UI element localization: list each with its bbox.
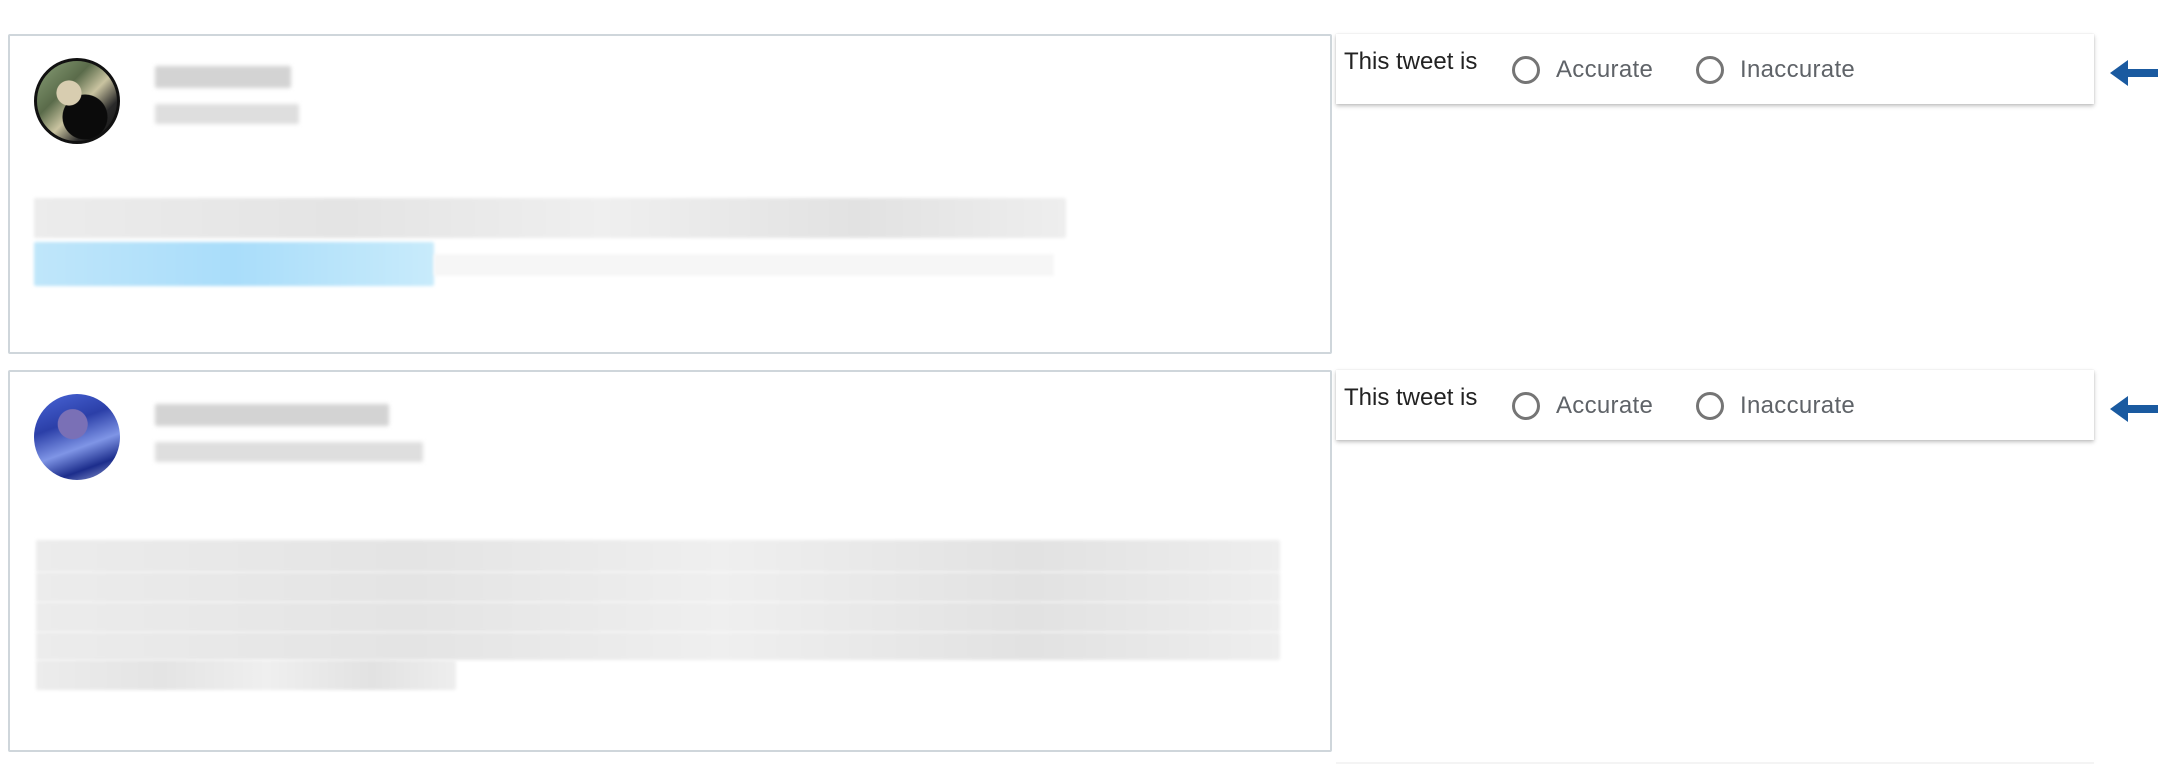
handle-redacted xyxy=(155,442,423,462)
display-name-redacted xyxy=(155,404,389,426)
option-label: Inaccurate xyxy=(1740,392,1856,419)
tweet-text-redacted xyxy=(36,540,1280,572)
rating-panel: This tweet is Accurate Inaccurate xyxy=(1336,370,2094,440)
display-name-redacted xyxy=(155,66,291,88)
tweet-card xyxy=(8,34,1332,354)
inaccurate-option[interactable]: Inaccurate xyxy=(1696,392,1855,420)
tweet-link-redacted xyxy=(34,242,434,286)
avatar xyxy=(34,58,120,144)
tweet-text-redacted xyxy=(36,660,456,690)
option-label: Inaccurate xyxy=(1740,56,1856,83)
option-label: Accurate xyxy=(1556,392,1654,419)
tweet-text-redacted xyxy=(36,572,1280,602)
inaccurate-option[interactable]: Inaccurate xyxy=(1696,56,1855,84)
tweet-text-redacted xyxy=(434,254,1054,276)
radio-button[interactable] xyxy=(1512,56,1540,84)
rating-panel: This tweet is Accurate Inaccurate xyxy=(1336,34,2094,104)
left-arrow-icon xyxy=(2110,60,2158,86)
radio-button[interactable] xyxy=(1696,392,1724,420)
tweet-text-redacted xyxy=(36,602,1280,632)
accurate-option[interactable]: Accurate xyxy=(1512,392,1653,420)
accurate-option[interactable]: Accurate xyxy=(1512,56,1653,84)
tweet-text-redacted xyxy=(34,198,1066,238)
divider xyxy=(1336,762,2094,764)
rating-prompt: This tweet is xyxy=(1344,48,1478,75)
option-label: Accurate xyxy=(1556,56,1654,83)
radio-button[interactable] xyxy=(1696,56,1724,84)
tweet-card xyxy=(8,370,1332,752)
left-arrow-icon xyxy=(2110,396,2158,422)
radio-button[interactable] xyxy=(1512,392,1540,420)
rating-prompt: This tweet is xyxy=(1344,384,1478,411)
avatar xyxy=(34,394,120,480)
tweet-text-redacted xyxy=(36,632,1280,660)
handle-redacted xyxy=(155,104,299,124)
